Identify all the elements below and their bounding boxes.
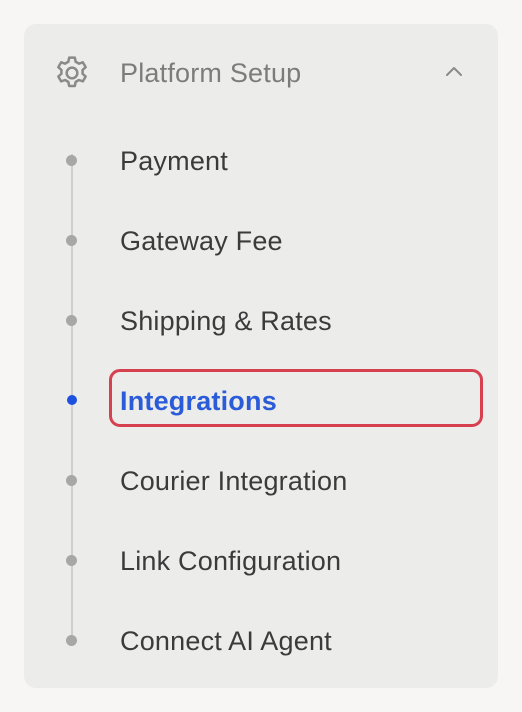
nav-item-label: Connect AI Agent bbox=[120, 626, 332, 656]
nav-item-label: Courier Integration bbox=[120, 466, 348, 496]
nav-bullet bbox=[66, 475, 77, 486]
nav-item-integrations[interactable]: Integrations bbox=[24, 372, 498, 428]
nav-item-courier-integration[interactable]: Courier Integration bbox=[24, 452, 498, 508]
nav-item-link-configuration[interactable]: Link Configuration bbox=[24, 532, 498, 588]
nav-item-connect-ai-agent[interactable]: Connect AI Agent bbox=[24, 612, 498, 668]
nav-item-label: Shipping & Rates bbox=[120, 306, 332, 336]
nav-item-payment[interactable]: Payment bbox=[24, 132, 498, 188]
nav-item-shipping-rates[interactable]: Shipping & Rates bbox=[24, 292, 498, 348]
nav-item-label-active: Integrations bbox=[120, 386, 277, 416]
section-title: Platform Setup bbox=[120, 58, 302, 88]
nav-item-gateway-fee[interactable]: Gateway Fee bbox=[24, 212, 498, 268]
nav-bullet bbox=[66, 555, 77, 566]
settings-nav-panel: Platform Setup Payment Gateway Fee Shipp… bbox=[24, 24, 498, 688]
nav-item-label: Payment bbox=[120, 146, 228, 176]
section-header-platform-setup[interactable]: Platform Setup bbox=[24, 24, 498, 120]
gear-icon bbox=[57, 56, 87, 88]
nav-bullet bbox=[66, 155, 77, 166]
nav-item-label: Link Configuration bbox=[120, 546, 342, 576]
nav-bullet bbox=[66, 315, 77, 326]
nav-bullet bbox=[66, 235, 77, 246]
chevron-up-icon[interactable] bbox=[442, 60, 466, 84]
nav-item-label: Gateway Fee bbox=[120, 226, 283, 256]
nav-bullet bbox=[66, 635, 77, 646]
nav-bullet-active bbox=[67, 395, 77, 405]
